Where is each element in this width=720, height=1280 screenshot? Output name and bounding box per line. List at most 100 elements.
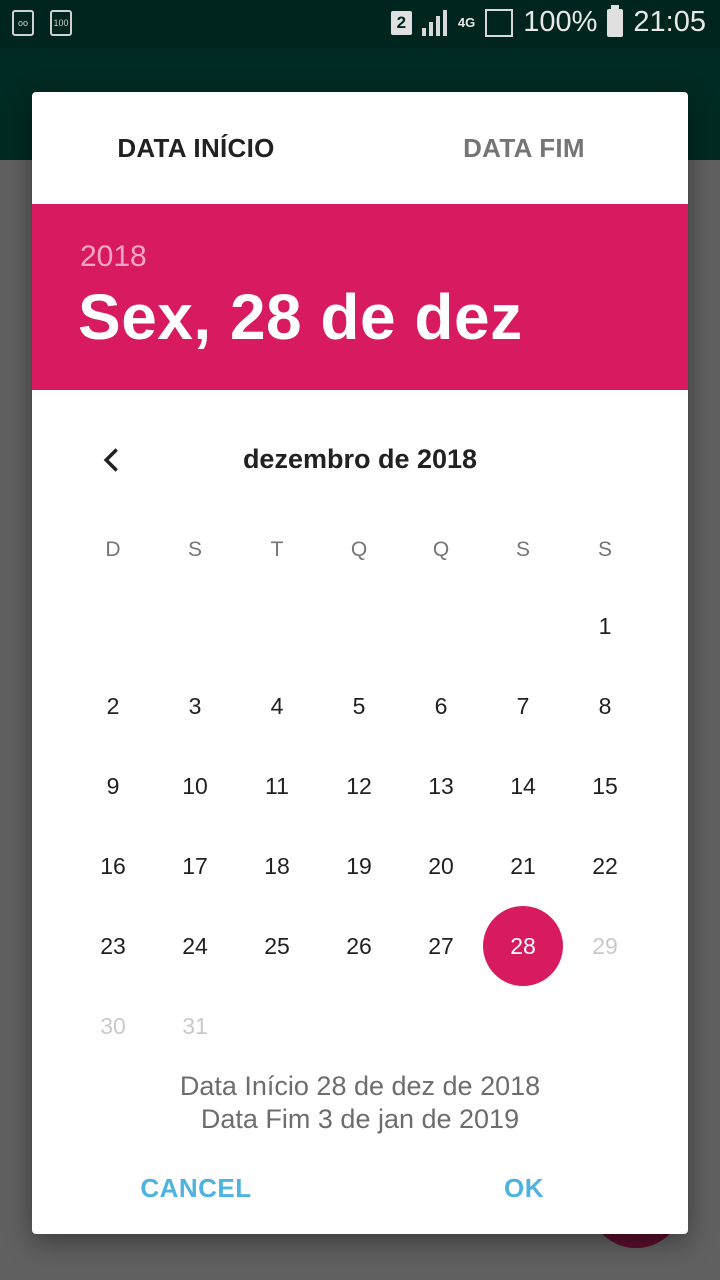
day-number: 11: [265, 772, 289, 799]
day-cell[interactable]: 12: [318, 746, 400, 826]
day-empty: [482, 586, 564, 666]
day-cell[interactable]: 7: [482, 666, 564, 746]
chevron-left-icon: [103, 448, 118, 472]
day-cell[interactable]: 21: [482, 826, 564, 906]
date-header: 2018 Sex, 28 de dez: [32, 204, 688, 390]
day-number: 13: [428, 772, 454, 799]
weekday-header: DSTQQSS: [72, 532, 646, 568]
day-number: 2: [106, 692, 120, 719]
day-number: 17: [182, 852, 208, 879]
day-number: 31: [182, 1012, 208, 1039]
selection-summary: Data Início 28 de dez de 2018 Data Fim 3…: [32, 1070, 688, 1136]
signal-bars-icon: [421, 9, 448, 36]
battery-saver-icon: 100: [50, 10, 72, 36]
day-number: 23: [100, 932, 126, 959]
day-cell[interactable]: 9: [72, 746, 154, 826]
day-cell[interactable]: 23: [72, 906, 154, 986]
day-cell[interactable]: 15: [564, 746, 646, 826]
clock: 21:05: [633, 6, 706, 38]
day-number: 30: [100, 1012, 126, 1039]
day-cell[interactable]: 2: [72, 666, 154, 746]
ok-button[interactable]: OK: [360, 1158, 688, 1218]
day-cell[interactable]: 27: [400, 906, 482, 986]
day-number: 10: [182, 772, 208, 799]
day-number: 26: [346, 932, 372, 959]
day-cell[interactable]: 20: [400, 826, 482, 906]
status-left-icons: oo 100: [12, 10, 72, 36]
summary-end: Data Fim 3 de jan de 2019: [200, 1104, 520, 1134]
day-empty: [400, 586, 482, 666]
status-bar: oo 100 2 4G 100% 21:05: [0, 0, 720, 48]
day-cell[interactable]: 18: [236, 826, 318, 906]
day-cell[interactable]: 6: [400, 666, 482, 746]
weekday-label: S: [597, 538, 612, 561]
day-number: 27: [428, 932, 454, 959]
day-cell[interactable]: 16: [72, 826, 154, 906]
day-cell[interactable]: 14: [482, 746, 564, 826]
day-empty: [318, 586, 400, 666]
previous-month-button[interactable]: [88, 436, 136, 484]
day-cell[interactable]: 17: [154, 826, 236, 906]
day-cell[interactable]: 1: [564, 586, 646, 666]
day-cell[interactable]: 10: [154, 746, 236, 826]
sim-slot-badge: 2: [390, 10, 412, 35]
day-number: 5: [352, 692, 366, 719]
day-cell: 31: [154, 986, 236, 1066]
day-cell[interactable]: 19: [318, 826, 400, 906]
signal-strength-icon: [485, 8, 514, 37]
voicemail-icon: oo: [12, 10, 34, 36]
day-number: 14: [510, 772, 536, 799]
weekday-label: S: [187, 538, 202, 561]
day-number: 19: [346, 852, 372, 879]
day-cell[interactable]: 5: [318, 666, 400, 746]
day-number: 25: [264, 932, 290, 959]
day-cell[interactable]: 4: [236, 666, 318, 746]
weekday-label: S: [515, 538, 530, 561]
battery-percent: 100%: [523, 6, 598, 38]
day-cell[interactable]: 8: [564, 666, 646, 746]
tab-data-inicio[interactable]: DATA INÍCIO: [32, 92, 360, 204]
day-number: 4: [270, 692, 284, 719]
header-year[interactable]: 2018: [80, 240, 147, 274]
weekday-label: T: [270, 538, 284, 561]
day-number: 3: [188, 692, 202, 719]
day-cell[interactable]: 24: [154, 906, 236, 986]
day-cell[interactable]: 26: [318, 906, 400, 986]
tab-data-fim[interactable]: DATA FIM: [360, 92, 688, 204]
day-cell[interactable]: 3: [154, 666, 236, 746]
day-number: 6: [434, 692, 448, 719]
day-cell: 30: [72, 986, 154, 1066]
day-selected[interactable]: 28: [482, 906, 564, 986]
day-number: 9: [106, 772, 120, 799]
day-number: 20: [428, 852, 454, 879]
day-empty: [154, 586, 236, 666]
day-grid: 1 2 3 4 5 6 7 8 9 10 11 12 13 14 15 16 17 18 19 20 21 22 23 24 2…: [72, 586, 646, 1066]
tab-bar: DATA INÍCIO DATA FIM: [32, 92, 688, 204]
status-right-icons: 2 4G 100% 21:05: [390, 4, 706, 39]
dialog-actions: CANCEL OK: [32, 1158, 688, 1218]
day-cell: 29: [564, 906, 646, 986]
day-number: 24: [182, 932, 208, 959]
day-empty: [236, 586, 318, 666]
day-number: 29: [592, 932, 618, 959]
weekday-label: Q: [350, 538, 368, 561]
day-cell[interactable]: 22: [564, 826, 646, 906]
day-number: 16: [100, 852, 126, 879]
cancel-button[interactable]: CANCEL: [32, 1158, 360, 1218]
day-number: 7: [516, 692, 530, 719]
day-cell[interactable]: 25: [236, 906, 318, 986]
day-number: 8: [598, 692, 612, 719]
day-cell[interactable]: 11: [236, 746, 318, 826]
day-number: 22: [592, 852, 618, 879]
day-cell[interactable]: 13: [400, 746, 482, 826]
summary-start: Data Início 28 de dez de 2018: [179, 1071, 541, 1101]
header-date: Sex, 28 de dez: [78, 281, 523, 353]
day-number: 1: [598, 612, 612, 639]
day-number: 18: [264, 852, 290, 879]
weekday-label: D: [105, 538, 121, 561]
battery-icon: [607, 4, 624, 37]
weekday-label: Q: [432, 538, 450, 561]
day-number: 21: [510, 852, 536, 879]
date-range-dialog: DATA INÍCIO DATA FIM 2018 Sex, 28 de dez…: [32, 92, 688, 1234]
day-number: 12: [346, 772, 372, 799]
